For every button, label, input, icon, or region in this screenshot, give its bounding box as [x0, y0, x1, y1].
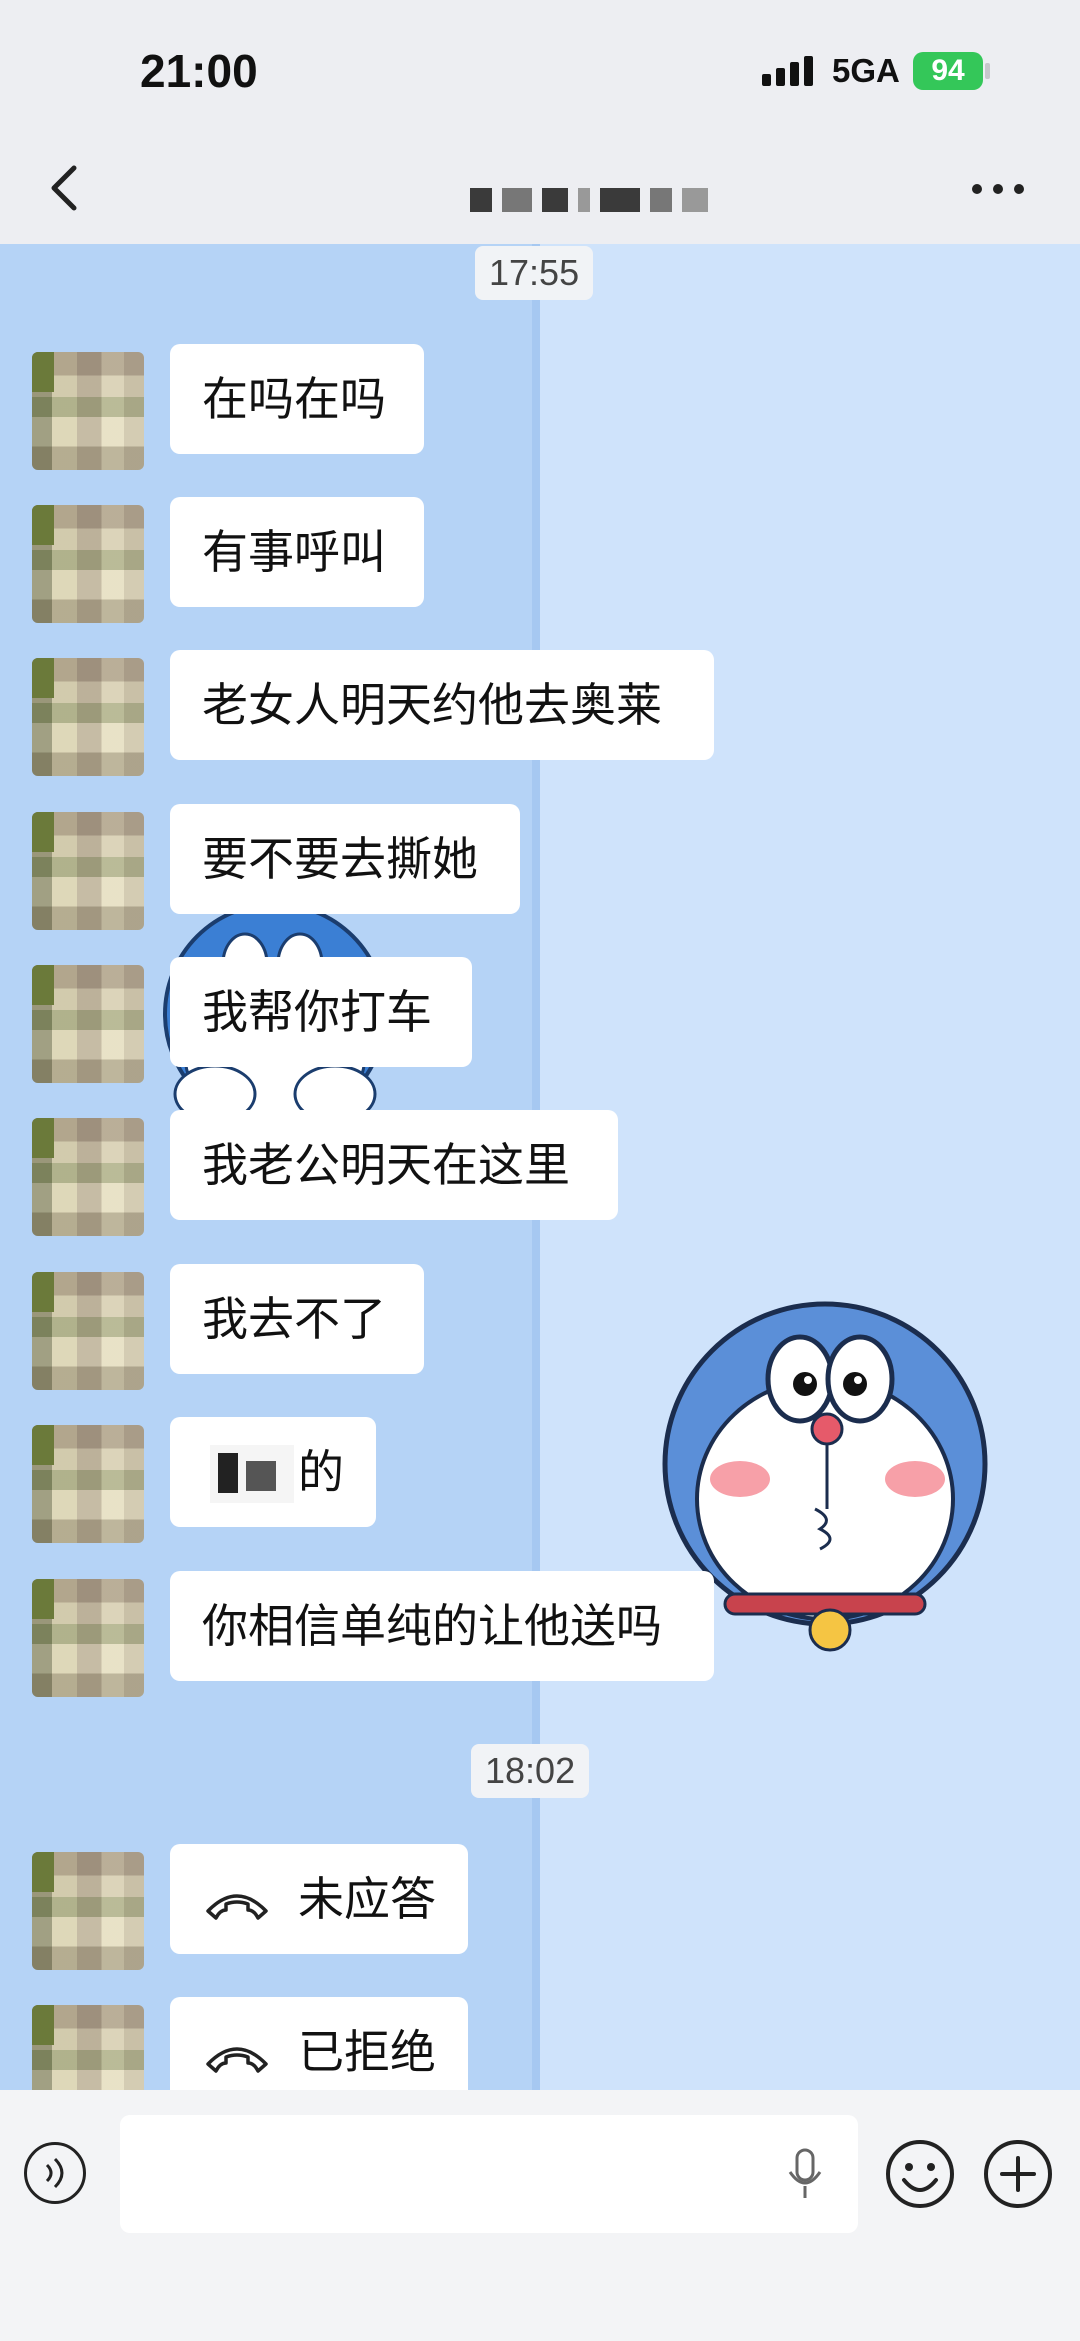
avatar[interactable] — [32, 505, 144, 623]
microphone-icon[interactable] — [782, 2146, 828, 2202]
battery-tip — [985, 63, 990, 79]
message-text: 的 — [298, 1445, 344, 1499]
signal-icon — [762, 56, 813, 86]
call-record-bubble[interactable]: 已拒绝 — [170, 1997, 468, 2090]
avatar[interactable] — [32, 2005, 144, 2090]
status-time: 21:00 — [140, 45, 258, 97]
voice-icon — [45, 2157, 64, 2189]
battery-icon: 94 — [913, 52, 983, 90]
voice-toggle-button[interactable] — [24, 2142, 86, 2204]
phone-hangup-icon — [206, 2046, 268, 2073]
avatar[interactable] — [32, 1272, 144, 1390]
message-bubble[interactable]: 我去不了 — [170, 1264, 424, 1374]
message-bubble[interactable]: 你相信单纯的让他送吗 — [170, 1571, 714, 1681]
call-record-bubble[interactable]: 未应答 — [170, 1844, 468, 1954]
avatar[interactable] — [32, 965, 144, 1083]
avatar[interactable] — [32, 658, 144, 776]
avatar[interactable] — [32, 812, 144, 930]
message-input[interactable] — [120, 2115, 858, 2233]
phone-hangup-icon — [206, 1893, 268, 1920]
avatar[interactable] — [32, 1579, 144, 1697]
chat-area[interactable]: 17:55 在吗在吗 有事呼叫 老女人明天约他去奥莱 要不要去撕她 我帮你打车 … — [0, 244, 1080, 2090]
timestamp: 18:02 — [471, 1744, 590, 1798]
avatar[interactable] — [32, 352, 144, 470]
call-label: 已拒绝 — [298, 2025, 436, 2079]
chevron-left-icon[interactable] — [38, 158, 98, 218]
message-bubble[interactable]: 要不要去撕她 — [170, 804, 520, 914]
message-bubble[interactable]: 老女人明天约他去奥莱 — [170, 650, 714, 760]
avatar[interactable] — [32, 1852, 144, 1970]
redacted-text — [210, 1445, 294, 1503]
emoji-icon[interactable] — [884, 2138, 956, 2210]
network-type: 5GA — [832, 52, 900, 89]
message-bubble[interactable]: 有事呼叫 — [170, 497, 424, 607]
avatar[interactable] — [32, 1425, 144, 1543]
contact-name-redacted — [470, 188, 708, 216]
status-bar: 21:00 5GA 94 — [0, 0, 1080, 140]
nav-bar — [0, 140, 1080, 244]
message-bubble[interactable]: 在吗在吗 — [170, 344, 424, 454]
message-bubble[interactable]: 我帮你打车 — [170, 957, 472, 1067]
more-horizontal-icon[interactable] — [972, 184, 1024, 194]
call-label: 未应答 — [298, 1872, 436, 1926]
message-bubble[interactable]: 我老公明天在这里 — [170, 1110, 618, 1220]
input-bar — [0, 2090, 1080, 2341]
timestamp: 17:55 — [475, 246, 594, 300]
avatar[interactable] — [32, 1118, 144, 1236]
plus-icon[interactable] — [982, 2138, 1054, 2210]
